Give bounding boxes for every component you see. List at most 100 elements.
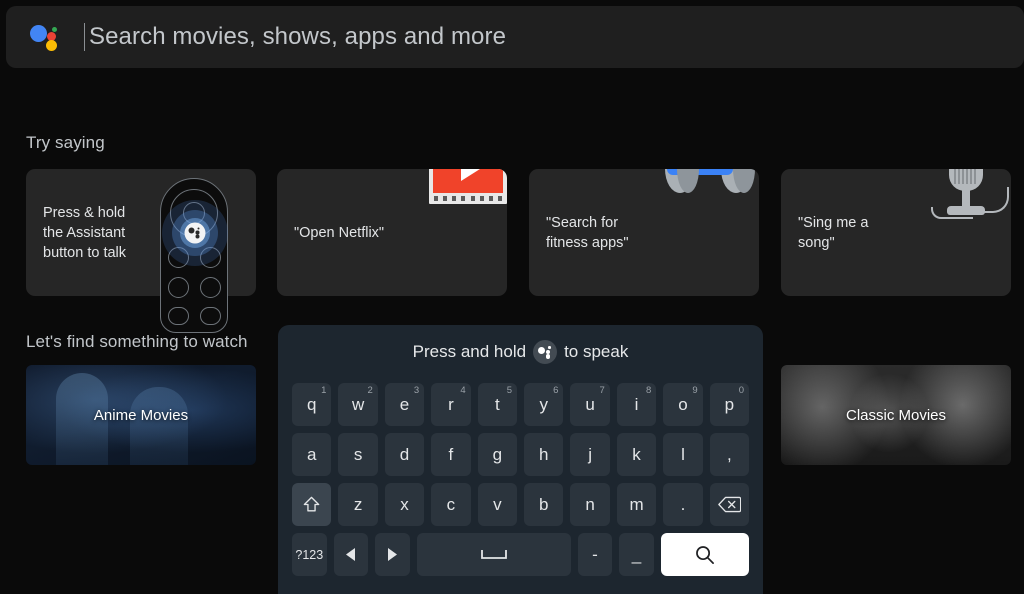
key-p[interactable]: p0 bbox=[709, 383, 750, 426]
key-label: p bbox=[724, 394, 735, 414]
keyboard-row-4: ?123 - _ bbox=[278, 533, 763, 576]
key-sup: 4 bbox=[460, 385, 466, 396]
try-saying-heading: Try saying bbox=[26, 133, 105, 152]
key-label: o bbox=[678, 394, 688, 414]
key-s[interactable]: s bbox=[338, 433, 378, 476]
film-strip-play-icon bbox=[429, 169, 507, 204]
key-t[interactable]: t5 bbox=[477, 383, 518, 426]
keyboard-voice-hint: Press and hold to speak bbox=[278, 340, 763, 364]
key-label: - bbox=[592, 544, 598, 564]
key-label: h bbox=[539, 444, 549, 464]
key-u[interactable]: u7 bbox=[570, 383, 610, 426]
key-x[interactable]: x bbox=[384, 483, 425, 526]
search-bar[interactable]: Search movies, shows, apps and more bbox=[6, 6, 1024, 68]
key-r[interactable]: r4 bbox=[431, 383, 471, 426]
key-label: k bbox=[632, 444, 641, 464]
key-label: b bbox=[539, 494, 549, 514]
watch-card-anime-movies[interactable]: Anime Movies bbox=[26, 365, 256, 465]
key-label: x bbox=[400, 494, 409, 514]
key-comma[interactable]: , bbox=[709, 433, 750, 476]
key-f[interactable]: f bbox=[431, 433, 471, 476]
key-h[interactable]: h bbox=[524, 433, 564, 476]
key-g[interactable]: g bbox=[477, 433, 518, 476]
shift-icon bbox=[303, 496, 320, 512]
key-period[interactable]: . bbox=[663, 483, 703, 526]
android-tv-search-screen: Search movies, shows, apps and more Try … bbox=[0, 0, 1024, 594]
google-assistant-icon bbox=[28, 20, 62, 54]
key-label: q bbox=[306, 394, 317, 414]
try-saying-card-sing-a-song[interactable]: "Sing me a song" ♫ ♪ bbox=[781, 169, 1011, 296]
key-arrow-right[interactable] bbox=[375, 533, 410, 576]
key-v[interactable]: v bbox=[477, 483, 518, 526]
key-backspace[interactable] bbox=[709, 483, 750, 526]
key-hyphen[interactable]: - bbox=[577, 533, 613, 576]
key-b[interactable]: b bbox=[524, 483, 564, 526]
key-sup: 7 bbox=[599, 385, 605, 396]
key-q[interactable]: q1 bbox=[292, 383, 332, 426]
key-arrow-left[interactable] bbox=[333, 533, 369, 576]
keyboard-row-1: q1 w2 e3 r4 t5 y6 u7 i8 o9 p0 bbox=[278, 383, 763, 426]
key-j[interactable]: j bbox=[570, 433, 610, 476]
assistant-dot-blue bbox=[30, 25, 47, 42]
watch-card-classic-movies[interactable]: Classic Movies bbox=[781, 365, 1011, 465]
key-label: f bbox=[448, 444, 454, 464]
assistant-badge-icon[interactable] bbox=[533, 340, 558, 364]
key-n[interactable]: n bbox=[570, 483, 610, 526]
key-a[interactable]: a bbox=[292, 433, 332, 476]
keyboard-row-2: a s d f g h j k l , bbox=[278, 433, 763, 476]
key-sup: 5 bbox=[506, 385, 513, 396]
try-saying-card-fitness-apps[interactable]: "Search for fitness apps" bbox=[529, 169, 759, 296]
search-input[interactable]: Search movies, shows, apps and more bbox=[89, 23, 506, 51]
try-saying-card-caption: "Search for fitness apps" bbox=[546, 214, 629, 251]
key-underscore[interactable]: _ bbox=[619, 533, 654, 576]
try-saying-card-open-netflix[interactable]: "Open Netflix" bbox=[277, 169, 507, 296]
key-label: i bbox=[634, 394, 639, 414]
try-saying-card-caption: "Open Netflix" bbox=[294, 224, 385, 241]
key-e[interactable]: e3 bbox=[384, 383, 425, 426]
key-z[interactable]: z bbox=[338, 483, 378, 526]
key-m[interactable]: m bbox=[616, 483, 657, 526]
on-screen-keyboard: Press and hold to speak q1 w2 e3 r4 t5 y… bbox=[278, 325, 763, 594]
key-label: t bbox=[494, 394, 500, 414]
key-label: m bbox=[629, 494, 644, 514]
key-i[interactable]: i8 bbox=[616, 383, 657, 426]
assistant-dot-yellow bbox=[46, 40, 57, 51]
key-label: c bbox=[446, 494, 456, 514]
watch-card-label: Classic Movies bbox=[845, 406, 947, 424]
watch-card-label: Anime Movies bbox=[93, 406, 189, 424]
key-label: a bbox=[306, 444, 317, 464]
keyboard-row-3: z x c v b n m . bbox=[278, 483, 763, 526]
key-sup: 0 bbox=[738, 385, 745, 396]
key-shift[interactable] bbox=[292, 483, 332, 526]
find-something-to-watch-heading: Let's find something to watch bbox=[26, 332, 248, 351]
key-sup: 3 bbox=[413, 385, 420, 396]
keyboard-rows: q1 w2 e3 r4 t5 y6 u7 i8 o9 p0 a s d f g … bbox=[278, 383, 763, 583]
search-icon bbox=[696, 546, 715, 564]
key-label: n bbox=[585, 494, 595, 514]
key-k[interactable]: k bbox=[616, 433, 657, 476]
key-o[interactable]: o9 bbox=[663, 383, 703, 426]
key-l[interactable]: l bbox=[663, 433, 703, 476]
key-label: w bbox=[351, 394, 365, 414]
tv-remote-assistant-icon bbox=[146, 169, 256, 333]
space-icon bbox=[480, 550, 507, 559]
try-saying-card-caption: Press & hold the Assistant button to tal… bbox=[43, 204, 127, 261]
key-label: j bbox=[588, 444, 593, 464]
key-label: u bbox=[585, 394, 595, 414]
key-sup: 6 bbox=[553, 385, 559, 396]
key-label: e bbox=[399, 394, 410, 414]
key-c[interactable]: c bbox=[431, 483, 471, 526]
key-label: y bbox=[539, 394, 548, 414]
key-symbols-toggle[interactable]: ?123 bbox=[292, 533, 327, 576]
key-sup: 2 bbox=[367, 385, 373, 396]
key-label: v bbox=[493, 494, 502, 514]
key-d[interactable]: d bbox=[384, 433, 425, 476]
try-saying-card-assistant-button[interactable]: Press & hold the Assistant button to tal… bbox=[26, 169, 256, 333]
key-sup: 1 bbox=[321, 385, 327, 396]
key-y[interactable]: y6 bbox=[524, 383, 564, 426]
keyboard-hint-suffix: to speak bbox=[564, 342, 629, 361]
key-w[interactable]: w2 bbox=[338, 383, 378, 426]
key-space[interactable] bbox=[416, 533, 571, 576]
microphone-music-notes-icon: ♫ ♪ bbox=[911, 169, 1011, 219]
key-search-submit[interactable] bbox=[660, 533, 749, 576]
